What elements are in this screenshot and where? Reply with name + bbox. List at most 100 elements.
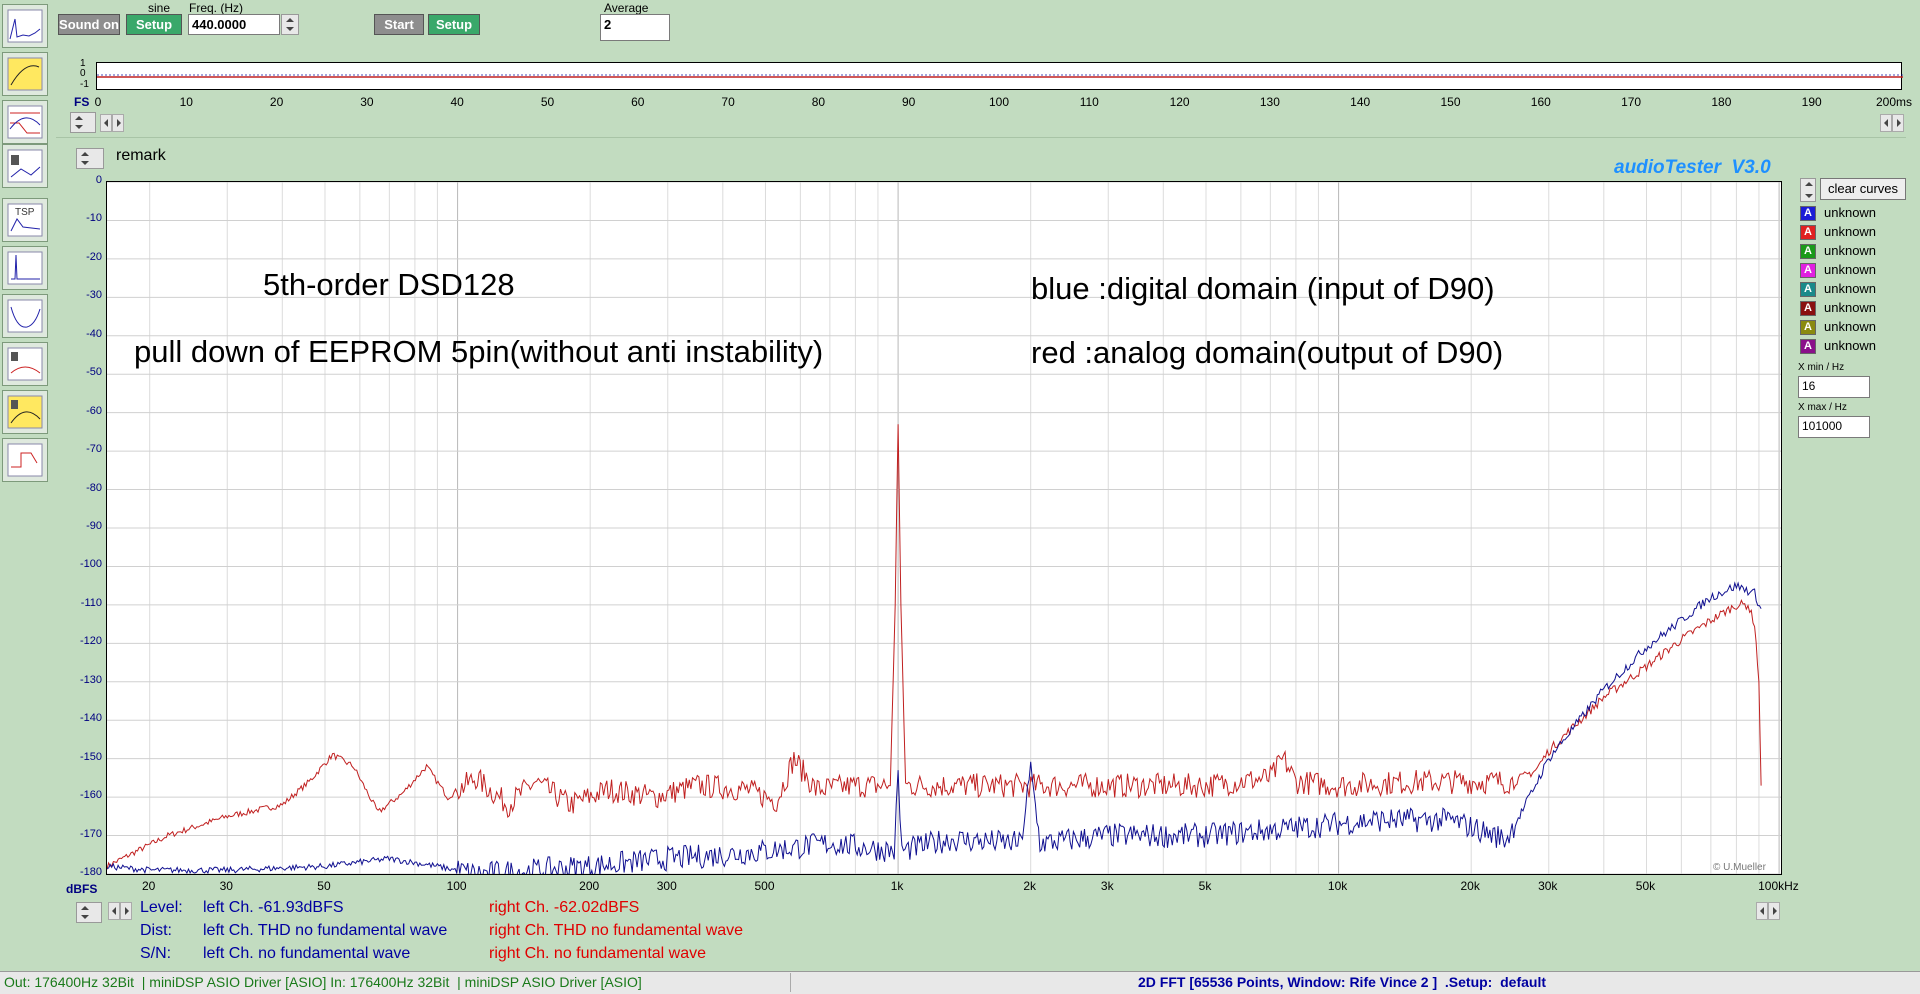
- channel-color-swatch[interactable]: A: [1800, 282, 1816, 297]
- plot-scroll-left[interactable]: [108, 902, 120, 920]
- scope-scroll-left-2[interactable]: [1880, 114, 1892, 132]
- xmax-input[interactable]: 101000: [1798, 416, 1870, 438]
- scope-xtick: 90: [902, 95, 916, 109]
- scope-scroll-right-2[interactable]: [1892, 114, 1904, 132]
- frequency-input[interactable]: 440.0000: [188, 14, 280, 35]
- xmax-label: X max / Hz: [1798, 402, 1847, 413]
- tool-button-6[interactable]: [2, 246, 48, 290]
- channel-name: unknown: [1824, 338, 1877, 353]
- fft-xtick: 50: [317, 879, 331, 893]
- remark-label: remark: [116, 147, 166, 164]
- channel-color-swatch[interactable]: A: [1800, 244, 1816, 259]
- tool-button-7[interactable]: [2, 294, 48, 338]
- channel-color-swatch[interactable]: A: [1800, 339, 1816, 354]
- svg-text:TSP: TSP: [15, 207, 35, 218]
- scope-xtick: 20: [269, 95, 284, 109]
- divider: [56, 137, 1906, 138]
- channel-color-swatch[interactable]: A: [1800, 320, 1816, 335]
- scope-trace: [97, 74, 1903, 78]
- fft-ytick: -170: [79, 827, 102, 840]
- fft-ytick: -50: [86, 366, 102, 379]
- level-right-value: right Ch. -62.02dBFS: [489, 899, 640, 916]
- scope-scroll-right[interactable]: [112, 114, 124, 132]
- fft-xtick: 2k: [1023, 879, 1037, 893]
- clear-curves-button[interactable]: clear curves: [1820, 178, 1906, 200]
- fft-xtick: 100kHz: [1758, 879, 1799, 893]
- tool-button-9[interactable]: [2, 390, 48, 434]
- tool-sidebar: TSP: [0, 0, 52, 993]
- remark-stepper[interactable]: [76, 148, 104, 169]
- annotation-blue: blue :digital domain (input of D90): [1031, 271, 1495, 306]
- series-line-blue: [107, 581, 1762, 874]
- average-label: Average: [604, 1, 649, 15]
- tool-button-4[interactable]: [2, 144, 48, 188]
- annotation-red: red :analog domain(output of D90): [1031, 335, 1504, 370]
- scope-xtick: 180: [1711, 95, 1732, 109]
- fft-xtick: 50k: [1635, 879, 1656, 893]
- fft-ytick: -160: [79, 789, 102, 802]
- dist-right-value: right Ch. THD no fundamental wave: [489, 922, 744, 939]
- channel-name: unknown: [1824, 224, 1877, 239]
- scope-xtick: 60: [631, 95, 645, 109]
- channel-name: unknown: [1824, 319, 1877, 334]
- status-mode: 2D FFT [65536 Points, Window: Rife Vince…: [1138, 974, 1547, 990]
- step-icon: [7, 443, 43, 477]
- plot-scroll-left-2[interactable]: [1756, 902, 1768, 920]
- generator-setup-button[interactable]: Setup: [126, 14, 182, 35]
- frequency-stepper[interactable]: [281, 14, 299, 35]
- channel-color-swatch[interactable]: A: [1800, 206, 1816, 221]
- scope-xtick: 190: [1801, 95, 1822, 109]
- scope-zoom-stepper[interactable]: [70, 112, 96, 133]
- status-bar: Out: 176400Hz 32Bit | miniDSP ASIO Drive…: [0, 971, 1920, 994]
- copyright-label: © U.Mueller: [1713, 862, 1766, 873]
- channel-name: unknown: [1824, 205, 1877, 220]
- level-label: Level:: [140, 899, 183, 916]
- status-divider: [790, 973, 791, 992]
- curves-stepper[interactable]: [1800, 178, 1816, 202]
- average-input[interactable]: 2: [600, 14, 670, 41]
- tool-button-2[interactable]: [2, 52, 48, 96]
- fft-ytick: -150: [79, 750, 102, 763]
- series-line-red: [107, 424, 1762, 870]
- scope-xtick: 170: [1621, 95, 1642, 109]
- fft-xtick: 30: [219, 879, 233, 893]
- sn-right-value: right Ch. no fundamental wave: [489, 945, 707, 962]
- fft-xtick: 200: [579, 879, 600, 893]
- start-button[interactable]: Start: [374, 14, 424, 35]
- fft-ytick: -10: [86, 212, 102, 225]
- response-icon: [7, 105, 43, 139]
- fft-ytick: -100: [79, 558, 102, 571]
- annotation-title: 5th-order DSD128: [263, 267, 515, 302]
- scope-scroll-left[interactable]: [100, 114, 112, 132]
- plot-scroll-right[interactable]: [120, 902, 132, 920]
- scope-xtick: 100: [988, 95, 1010, 109]
- sound-on-button[interactable]: Sound on: [58, 14, 120, 35]
- fft-ytick: -80: [86, 481, 102, 494]
- scope-xtick: 150: [1440, 95, 1461, 109]
- tool-button-10[interactable]: [2, 438, 48, 482]
- plot-scroll-right-2[interactable]: [1768, 902, 1780, 920]
- xmin-label: X min / Hz: [1798, 362, 1845, 373]
- fft-xtick: 20k: [1460, 879, 1480, 893]
- speaker-response-icon: [7, 347, 43, 381]
- dist-label: Dist:: [140, 922, 172, 939]
- y-axis-unit: dBFS: [66, 882, 98, 896]
- analyzer-setup-button[interactable]: Setup: [428, 14, 480, 35]
- fft-xtick: 30k: [1538, 879, 1558, 893]
- spectrum-icon: [7, 9, 43, 43]
- scope-xtick: 140: [1350, 95, 1371, 109]
- tool-button-3[interactable]: [2, 100, 48, 144]
- channel-color-swatch[interactable]: A: [1800, 301, 1816, 316]
- fft-view-button[interactable]: [2, 4, 48, 48]
- fft-ytick: -180: [79, 866, 102, 878]
- tsp-button[interactable]: TSP: [2, 198, 48, 242]
- scope-xtick: 80: [811, 95, 826, 109]
- channel-color-swatch[interactable]: A: [1800, 263, 1816, 278]
- channel-color-swatch[interactable]: A: [1800, 225, 1816, 240]
- curve-yellow-icon: [7, 57, 43, 91]
- xmin-input[interactable]: 16: [1798, 376, 1870, 398]
- tool-button-8[interactable]: [2, 342, 48, 386]
- fft-xtick: 300: [656, 879, 677, 893]
- dist-left-value: left Ch. THD no fundamental wave: [203, 922, 448, 939]
- plot-zoom-stepper[interactable]: [76, 902, 102, 923]
